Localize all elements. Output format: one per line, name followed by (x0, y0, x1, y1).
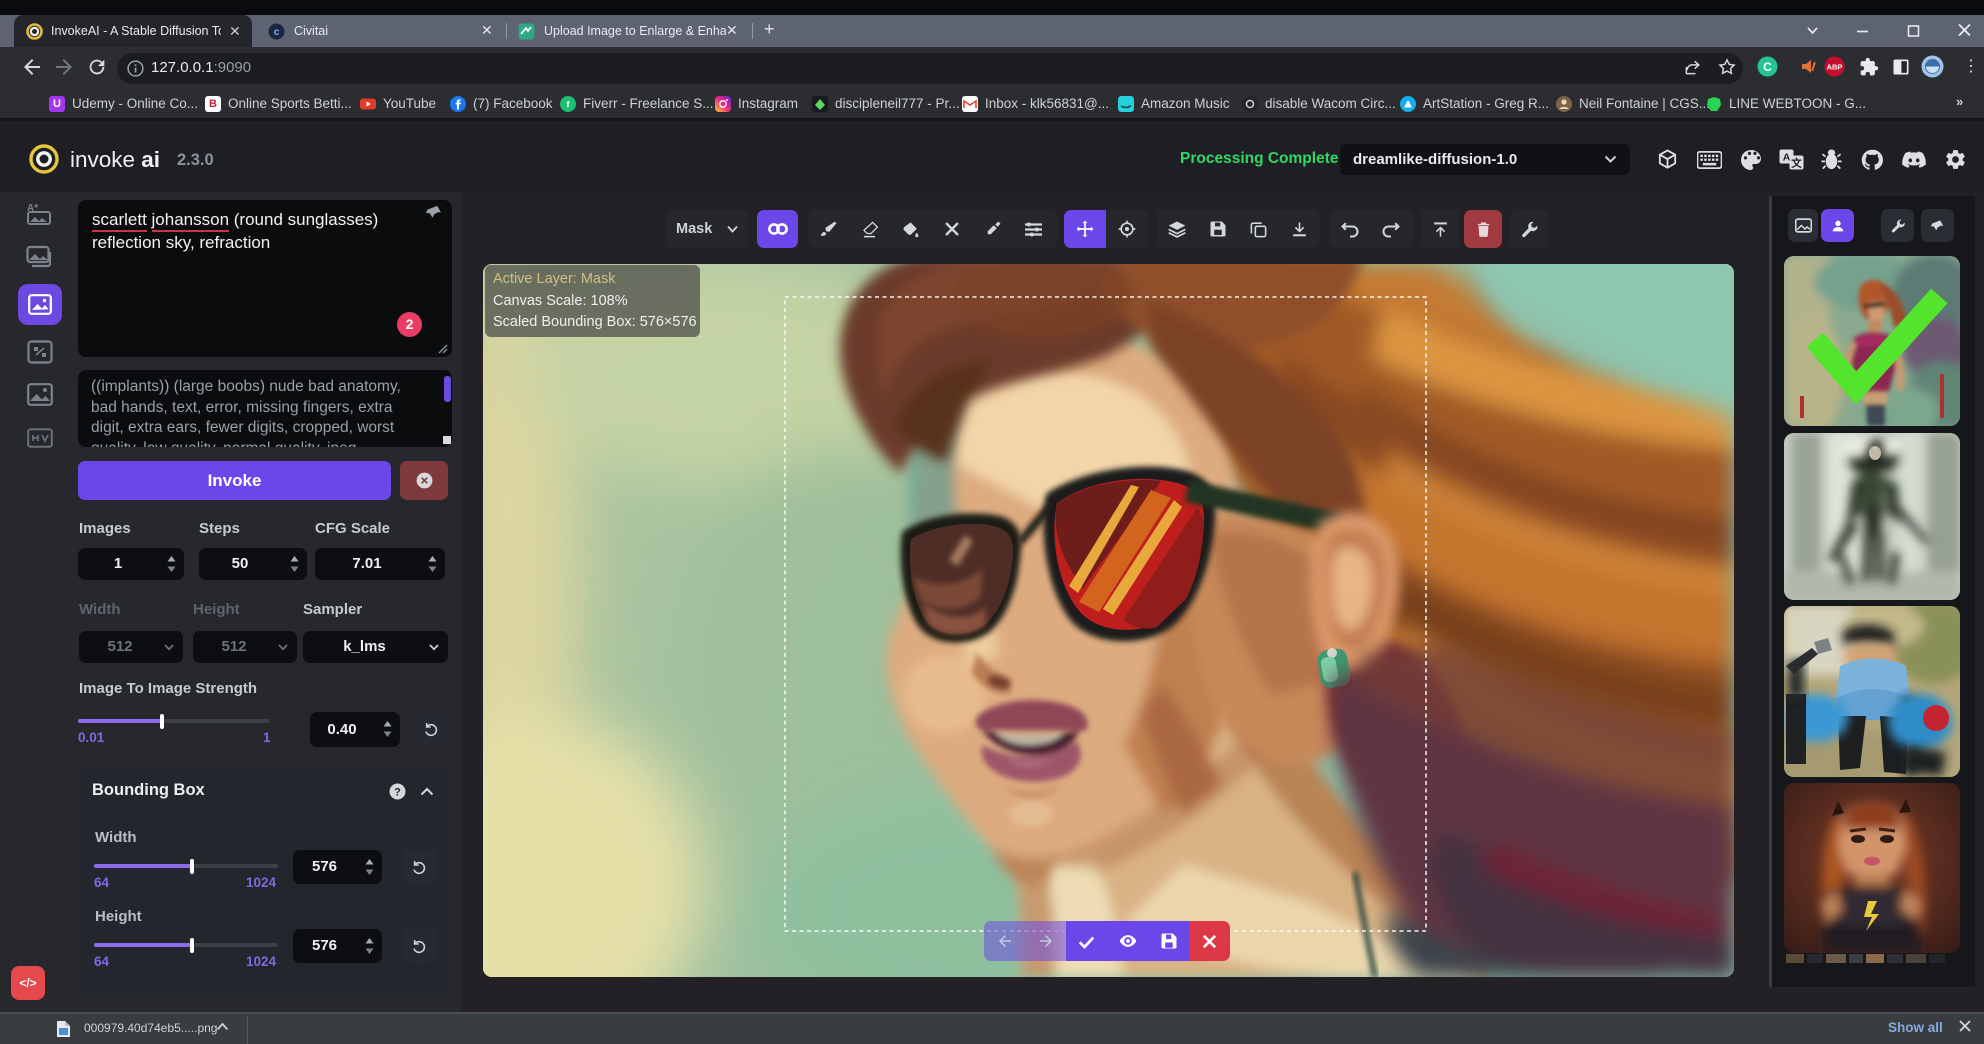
svg-text:ABP: ABP (1827, 63, 1843, 72)
svg-text:文: 文 (1790, 157, 1802, 170)
svg-text:?: ? (394, 787, 401, 799)
svg-text:C: C (1763, 60, 1772, 74)
svg-text:c: c (274, 27, 280, 38)
